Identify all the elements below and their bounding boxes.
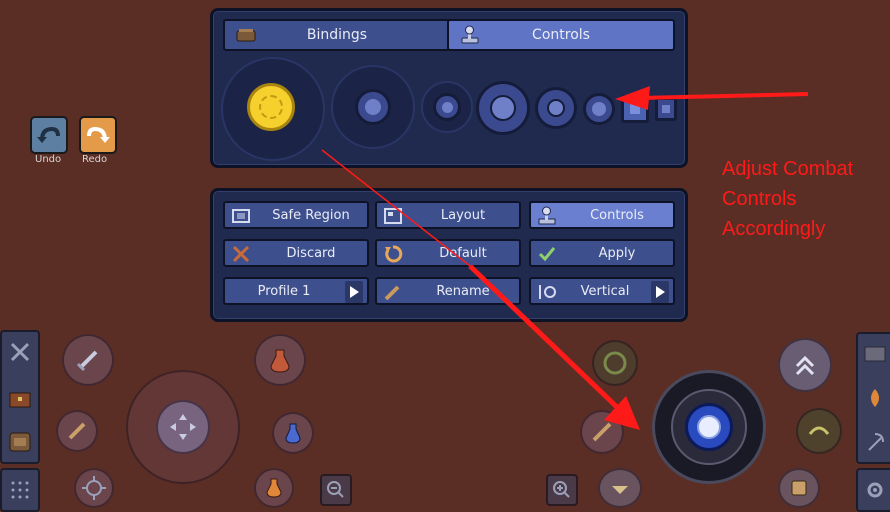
arrow-to-size-options <box>615 86 809 110</box>
annotation-arrows <box>321 86 809 430</box>
arrow-to-attack-joystick <box>321 149 640 430</box>
